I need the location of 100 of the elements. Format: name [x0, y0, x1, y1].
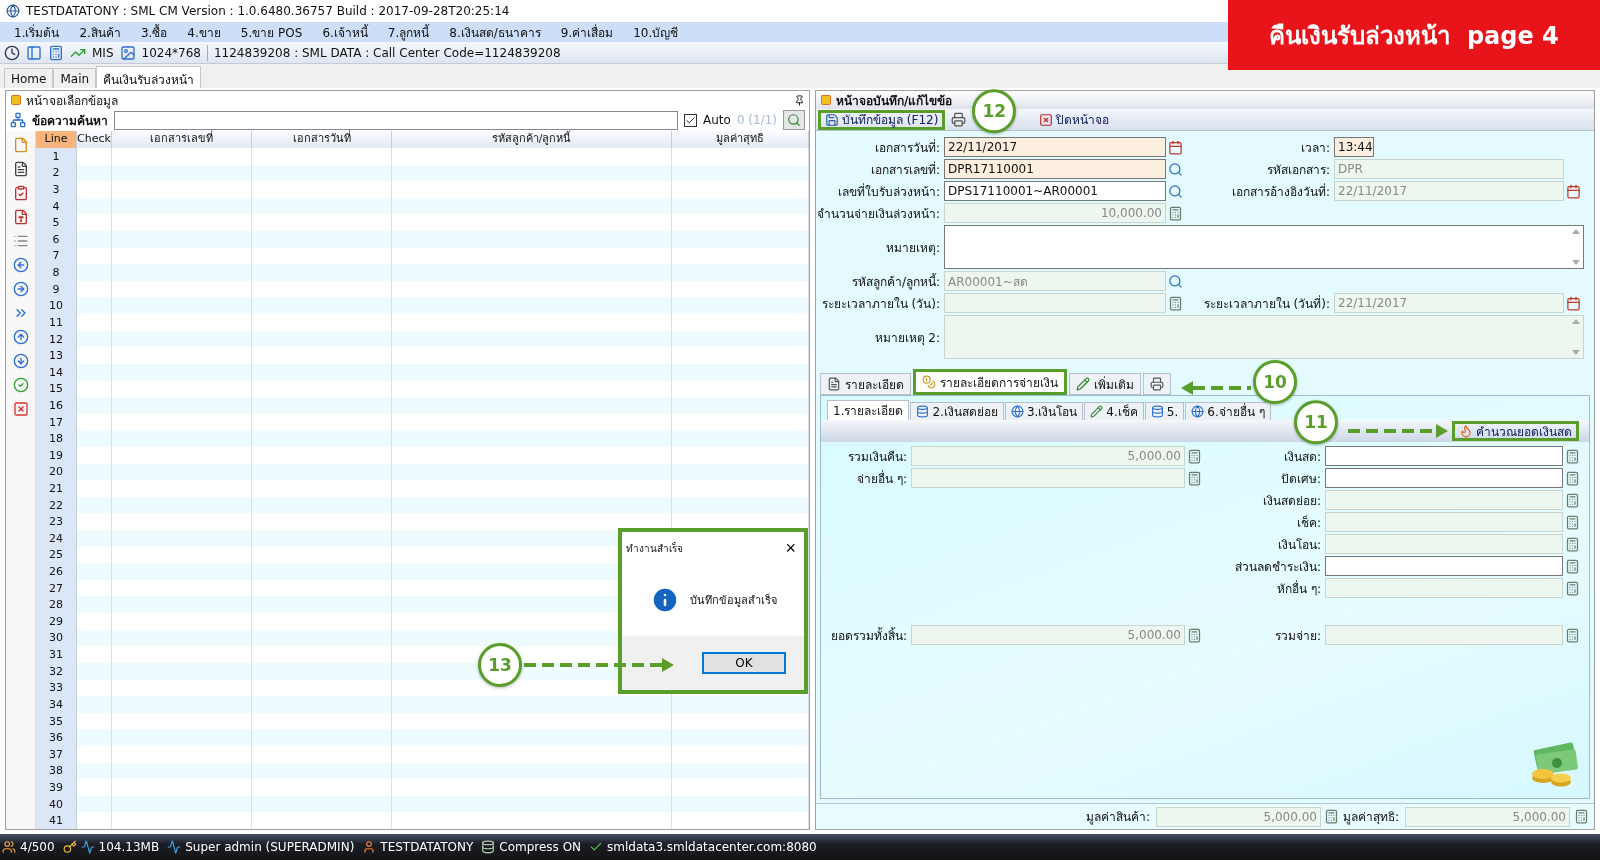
page-icon[interactable] — [12, 161, 29, 177]
line-number: 31 — [36, 646, 77, 663]
line-number: 28 — [36, 596, 77, 614]
scroll-down-icon[interactable] — [1572, 350, 1580, 355]
tab[interactable]: Home — [4, 68, 54, 88]
field-label: ส่วนลดชำระเงิน: — [1233, 558, 1322, 576]
checkbox[interactable] — [684, 113, 697, 127]
print-icon[interactable] — [951, 112, 967, 127]
menu-item[interactable]: 5.ขาย POS — [230, 22, 313, 42]
save-icon — [825, 112, 839, 127]
tab[interactable]: 2.เงินสดย่อย — [910, 402, 1004, 420]
field-label: เลขที่ใบรับล่วงหน้า: — [836, 182, 941, 201]
input-field[interactable]: DPR17110001 — [944, 159, 1166, 179]
field-label: ปัดเศษ: — [1279, 470, 1322, 488]
field-label: เอกสารเลขที่: — [869, 160, 941, 179]
toolbar-label[interactable]: MIS — [92, 45, 114, 60]
tab[interactable]: 5. — [1144, 402, 1185, 420]
tab[interactable]: Main — [53, 68, 97, 88]
pdf-icon[interactable] — [12, 209, 29, 225]
dialog-message: บันทึกข้อมูลสำเร็จ — [690, 592, 777, 609]
line-number: 13 — [36, 347, 77, 364]
flame-icon — [1459, 424, 1473, 438]
field-label: เอกสารวันที่: — [873, 138, 941, 157]
app-icon — [6, 4, 20, 18]
scroll-up-icon[interactable] — [1572, 319, 1580, 324]
search-icon — [787, 113, 801, 127]
image-icon[interactable] — [119, 44, 136, 61]
info-icon — [650, 585, 680, 615]
ok-button[interactable]: OK — [702, 652, 786, 674]
tree-icon[interactable] — [10, 112, 26, 128]
column-header[interactable]: Line — [36, 131, 77, 148]
input-field[interactable] — [1325, 446, 1563, 466]
database-icon — [1150, 405, 1164, 418]
panel-icon[interactable] — [26, 44, 42, 61]
line-number: 16 — [36, 397, 77, 414]
info-text: 1124839208 : SML DATA : Call Center Code=1124839208 — [213, 45, 561, 60]
menu-item[interactable]: 6.เจ้าหนี้ — [312, 22, 378, 42]
clock-icon[interactable] — [4, 44, 20, 61]
field-label: ระยะเวลาภายใน (วัน): — [820, 295, 941, 313]
menu-item[interactable]: 10.บัญชี — [623, 22, 689, 42]
window-icon — [10, 94, 22, 106]
calculate-button[interactable]: คำนวณยอดเงินสด — [1452, 421, 1579, 441]
globe-icon — [1191, 405, 1205, 418]
field-label: เวลา: — [1299, 139, 1331, 157]
scroll-up-icon[interactable] — [1572, 229, 1580, 234]
input-field[interactable]: 22/11/2017 — [944, 137, 1166, 157]
tab[interactable]: 1.รายละเอียด — [827, 400, 910, 420]
input-field[interactable] — [1325, 468, 1563, 488]
status-text: 104.13MB — [98, 840, 160, 854]
tab[interactable]: คืนเงินรับล่วงหน้า — [96, 66, 202, 88]
close-button[interactable]: × — [785, 539, 796, 557]
tab[interactable]: 6.จ่ายอื่น ๆ — [1185, 402, 1271, 420]
checklist-icon[interactable] — [12, 185, 29, 201]
menu-item[interactable]: 9.ค่าเสื่อม — [550, 22, 624, 42]
toolbar-label[interactable]: 1024*768 — [141, 45, 201, 60]
status-text: Compress ON — [499, 840, 582, 854]
menu-item[interactable]: 2.สินค้า — [69, 22, 131, 42]
line-number: 8 — [36, 264, 77, 281]
callout-number: 11 — [1294, 400, 1338, 445]
close-button[interactable]: ปิดหน้าจอ — [1034, 109, 1115, 130]
database-icon — [916, 405, 930, 418]
calculator-icon[interactable] — [48, 44, 64, 61]
tab[interactable]: 3.เงินโอน — [1004, 402, 1084, 420]
menu-item[interactable]: 4.ขาย — [177, 22, 231, 42]
field-label: รหัสเอกสาร: — [1265, 161, 1331, 179]
input-field[interactable]: DPS17110001~AR00001 — [944, 181, 1166, 201]
close-icon[interactable] — [12, 401, 29, 417]
check-icon[interactable] — [12, 377, 29, 393]
input-field[interactable]: 13:44 — [1334, 137, 1374, 157]
tab[interactable] — [1143, 373, 1171, 395]
menu-item[interactable]: 1.เริ่มต้น — [4, 22, 70, 42]
input-field[interactable] — [1325, 556, 1563, 576]
document-icon[interactable] — [12, 137, 29, 153]
tab[interactable]: 4.เช็ค — [1084, 402, 1144, 420]
tab[interactable]: เพิ่มเติม — [1069, 373, 1141, 395]
line-number: 29 — [36, 613, 77, 630]
dashed-arrow — [1181, 381, 1251, 395]
search-field[interactable] — [114, 110, 678, 130]
status-text: TESTDATATONY — [380, 840, 474, 854]
user-icon — [362, 840, 377, 854]
list-icon[interactable] — [12, 233, 29, 249]
menu-item[interactable]: 3.ซื้อ — [130, 22, 178, 42]
search-label: ข้อความค้นหา — [32, 112, 108, 130]
menu-item[interactable]: 8.เงินสด/ธนาคาร — [439, 22, 551, 42]
line-number: 10 — [36, 297, 77, 315]
tab[interactable]: รายละเอียดการจ่ายเงิน — [913, 369, 1067, 395]
record-count: 0 (1/1) — [736, 113, 777, 127]
field-label: รวมจ่าย: — [1273, 627, 1322, 645]
memo-field[interactable] — [944, 225, 1584, 269]
page-banner: คืนเงินรับล่วงหน้า page 4 — [1228, 0, 1600, 70]
save-button[interactable]: บันทึกข้อมูล (F12) — [818, 109, 946, 130]
field-label: หมายเหตุ 2: — [873, 329, 941, 347]
field-label: รวมเงินคืน: — [846, 448, 908, 466]
menu-item[interactable]: 7.ลูกหนี้ — [377, 22, 440, 42]
tab[interactable]: รายละเอียด — [820, 373, 911, 395]
scroll-down-icon[interactable] — [1572, 260, 1580, 265]
field-label: จ่ายอื่น ๆ: — [856, 469, 908, 488]
field-label: มูลค่าสุทธิ: — [1342, 809, 1400, 826]
checkbox-label: Auto — [703, 113, 731, 127]
pin-icon[interactable] — [794, 94, 805, 106]
